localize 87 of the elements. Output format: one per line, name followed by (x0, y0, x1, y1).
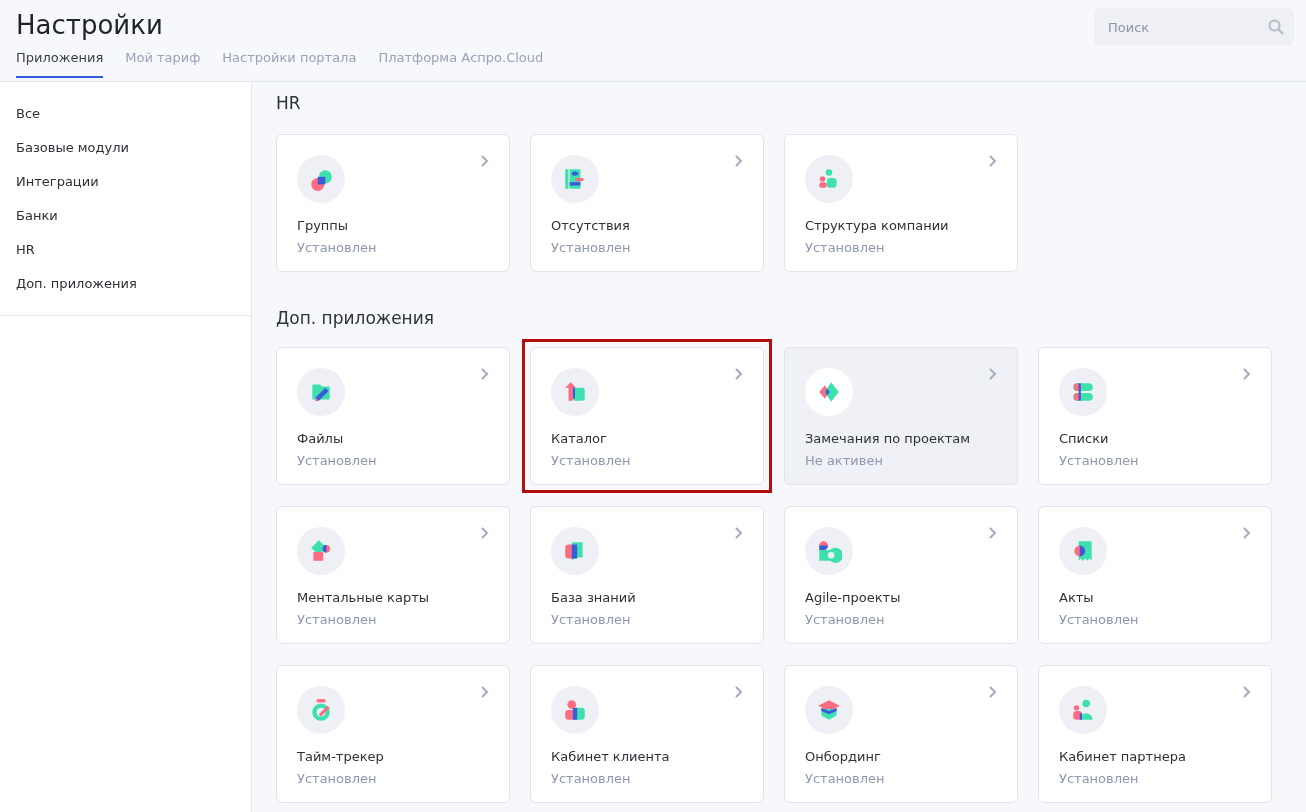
sidebar-item[interactable]: Все (0, 97, 251, 131)
app-status: Установлен (297, 239, 378, 257)
app-name: Онбординг (805, 748, 882, 766)
app-icon (1059, 527, 1107, 575)
app-card[interactable]: Списки Установлен (1038, 347, 1272, 485)
app-card[interactable]: Каталог Установлен (530, 347, 764, 485)
chevron-icon (735, 155, 743, 167)
app-name: Отсутствия (551, 217, 631, 235)
section-title: Доп. приложения (276, 307, 435, 329)
app-card[interactable]: Agile-проекты Установлен (784, 506, 1018, 644)
app-icon (297, 368, 345, 416)
app-card[interactable]: Структура компании Установлен (784, 134, 1018, 272)
app-status: Установлен (551, 452, 632, 470)
app-icon (805, 155, 853, 203)
sidebar-item[interactable]: Банки (0, 199, 251, 233)
app-status: Установлен (805, 239, 886, 257)
app-card[interactable]: Файлы Установлен (276, 347, 510, 485)
app-status: Установлен (551, 239, 632, 257)
section-title: HR (276, 92, 302, 114)
chevron-icon (989, 155, 997, 167)
chevron-icon (1243, 368, 1251, 380)
app-card[interactable]: Акты Установлен (1038, 506, 1272, 644)
app-card[interactable]: Замечания по проектам Не активен (784, 347, 1018, 485)
app-icon (297, 527, 345, 575)
app-card[interactable]: База знаний Установлен (530, 506, 764, 644)
app-status: Установлен (805, 611, 886, 629)
sidebar-item[interactable]: Интеграции (0, 165, 251, 199)
search-icon (1268, 19, 1284, 35)
app-icon (1059, 686, 1107, 734)
chevron-icon (989, 527, 997, 539)
chevron-icon (1243, 527, 1251, 539)
app-name: Акты (1059, 589, 1095, 607)
app-card[interactable]: Кабинет партнера Установлен (1038, 665, 1272, 803)
app-card[interactable]: Ментальные карты Установлен (276, 506, 510, 644)
app-name: Каталог (551, 430, 608, 448)
chevron-icon (735, 686, 743, 698)
app-status: Установлен (297, 770, 378, 788)
chevron-icon (481, 368, 489, 380)
sidebar-item[interactable]: Доп. приложения (0, 267, 251, 301)
app-name: База знаний (551, 589, 637, 607)
app-name: Списки (1059, 430, 1110, 448)
app-icon (297, 155, 345, 203)
app-card[interactable]: Тайм-трекер Установлен (276, 665, 510, 803)
app-status: Установлен (1059, 452, 1140, 470)
app-name: Файлы (297, 430, 345, 448)
app-name: Agile-проекты (805, 589, 902, 607)
app-status: Установлен (1059, 770, 1140, 788)
sidebar-item[interactable]: HR (0, 233, 251, 267)
app-card[interactable]: Кабинет клиента Установлен (530, 665, 764, 803)
app-card[interactable]: Онбординг Установлен (784, 665, 1018, 803)
app-name: Ментальные карты (297, 589, 431, 607)
app-status: Установлен (805, 770, 886, 788)
app-status: Установлен (1059, 611, 1140, 629)
sidebar-item[interactable]: Базовые модули (0, 131, 251, 165)
app-status: Не активен (805, 452, 884, 470)
app-name: Структура компании (805, 217, 950, 235)
chevron-icon (481, 527, 489, 539)
app-icon (1059, 368, 1107, 416)
app-icon (551, 155, 599, 203)
app-icon (805, 686, 853, 734)
chevron-icon (1243, 686, 1251, 698)
app-name: Группы (297, 217, 350, 235)
app-icon (805, 527, 853, 575)
tab[interactable]: Приложения (16, 50, 104, 78)
chevron-icon (989, 686, 997, 698)
app-icon (551, 527, 599, 575)
chevron-icon (735, 368, 743, 380)
chevron-icon (989, 368, 997, 380)
app-name: Замечания по проектам (805, 430, 972, 448)
app-status: Установлен (297, 611, 378, 629)
app-name: Тайм-трекер (297, 748, 385, 766)
app-icon (297, 686, 345, 734)
search-field[interactable]: Поиск (1094, 8, 1294, 46)
app-icon (551, 686, 599, 734)
chevron-icon (481, 686, 489, 698)
page-title: Настройки (16, 9, 163, 41)
app-icon (551, 368, 599, 416)
chevron-icon (481, 155, 489, 167)
app-status: Установлен (551, 770, 632, 788)
app-status: Установлен (297, 452, 378, 470)
app-card[interactable]: Отсутствия Установлен (530, 134, 764, 272)
app-status: Установлен (551, 611, 632, 629)
chevron-icon (735, 527, 743, 539)
app-name: Кабинет клиента (551, 748, 671, 766)
app-card[interactable]: Группы Установлен (276, 134, 510, 272)
app-name: Кабинет партнера (1059, 748, 1187, 766)
app-icon (805, 368, 853, 416)
